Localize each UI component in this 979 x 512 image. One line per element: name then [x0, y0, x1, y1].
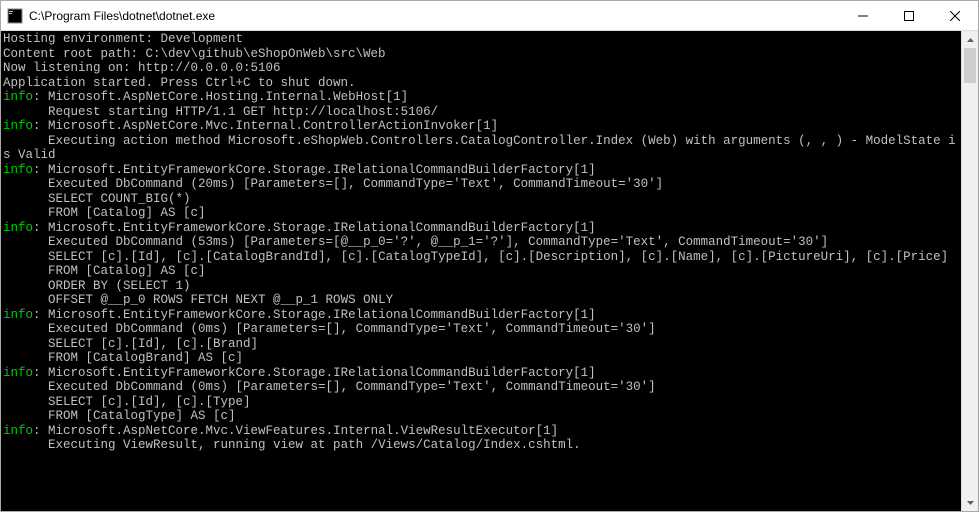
close-button[interactable]: [932, 1, 978, 30]
console-line: Now listening on: http://0.0.0.0:5106: [3, 61, 961, 76]
console-output[interactable]: Hosting environment: DevelopmentContent …: [1, 31, 961, 511]
scroll-up-arrow[interactable]: [962, 31, 978, 48]
log-body-line: ORDER BY (SELECT 1): [3, 279, 961, 294]
log-header: info: Microsoft.AspNetCore.Hosting.Inter…: [3, 90, 961, 105]
console-area: Hosting environment: DevelopmentContent …: [1, 31, 978, 511]
log-body-line: Executed DbCommand (0ms) [Parameters=[],…: [3, 322, 961, 337]
log-level: info: [3, 90, 33, 104]
log-level: info: [3, 366, 33, 380]
scrollbar[interactable]: [961, 31, 978, 511]
log-body-line: FROM [CatalogType] AS [c]: [3, 409, 961, 424]
log-body-line: FROM [CatalogBrand] AS [c]: [3, 351, 961, 366]
log-body-line: Executed DbCommand (53ms) [Parameters=[@…: [3, 235, 961, 250]
scroll-thumb[interactable]: [964, 48, 976, 83]
log-body-line: Executing ViewResult, running view at pa…: [3, 438, 961, 453]
log-body-line: SELECT [c].[Id], [c].[CatalogBrandId], […: [3, 250, 961, 265]
log-body-line: SELECT [c].[Id], [c].[Type]: [3, 395, 961, 410]
log-level: info: [3, 119, 33, 133]
maximize-button[interactable]: [886, 1, 932, 30]
log-body-line: OFFSET @__p_0 ROWS FETCH NEXT @__p_1 ROW…: [3, 293, 961, 308]
log-header: info: Microsoft.AspNetCore.Mvc.ViewFeatu…: [3, 424, 961, 439]
log-level: info: [3, 308, 33, 322]
log-body-line: Executed DbCommand (20ms) [Parameters=[]…: [3, 177, 961, 192]
log-body-line: FROM [Catalog] AS [c]: [3, 264, 961, 279]
titlebar: C:\Program Files\dotnet\dotnet.exe: [1, 1, 978, 31]
log-body-line: SELECT COUNT_BIG(*): [3, 192, 961, 207]
console-line: Hosting environment: Development: [3, 32, 961, 47]
log-level: info: [3, 163, 33, 177]
scroll-down-arrow[interactable]: [962, 494, 978, 511]
log-header: info: Microsoft.EntityFrameworkCore.Stor…: [3, 366, 961, 381]
console-line: Application started. Press Ctrl+C to shu…: [3, 76, 961, 91]
log-body-line: Request starting HTTP/1.1 GET http://loc…: [3, 105, 961, 120]
log-level: info: [3, 424, 33, 438]
log-header: info: Microsoft.EntityFrameworkCore.Stor…: [3, 163, 961, 178]
window-controls: [840, 1, 978, 30]
minimize-button[interactable]: [840, 1, 886, 30]
log-header: info: Microsoft.EntityFrameworkCore.Stor…: [3, 221, 961, 236]
console-line: Content root path: C:\dev\github\eShopOn…: [3, 47, 961, 62]
app-icon: [7, 8, 23, 24]
log-header: info: Microsoft.EntityFrameworkCore.Stor…: [3, 308, 961, 323]
window-title: C:\Program Files\dotnet\dotnet.exe: [29, 9, 840, 23]
log-body-line: Executing action method Microsoft.eShopW…: [3, 134, 961, 163]
log-header: info: Microsoft.AspNetCore.Mvc.Internal.…: [3, 119, 961, 134]
log-level: info: [3, 221, 33, 235]
log-body-line: Executed DbCommand (0ms) [Parameters=[],…: [3, 380, 961, 395]
scroll-track[interactable]: [962, 48, 978, 494]
log-body-line: SELECT [c].[Id], [c].[Brand]: [3, 337, 961, 352]
log-body-line: FROM [Catalog] AS [c]: [3, 206, 961, 221]
